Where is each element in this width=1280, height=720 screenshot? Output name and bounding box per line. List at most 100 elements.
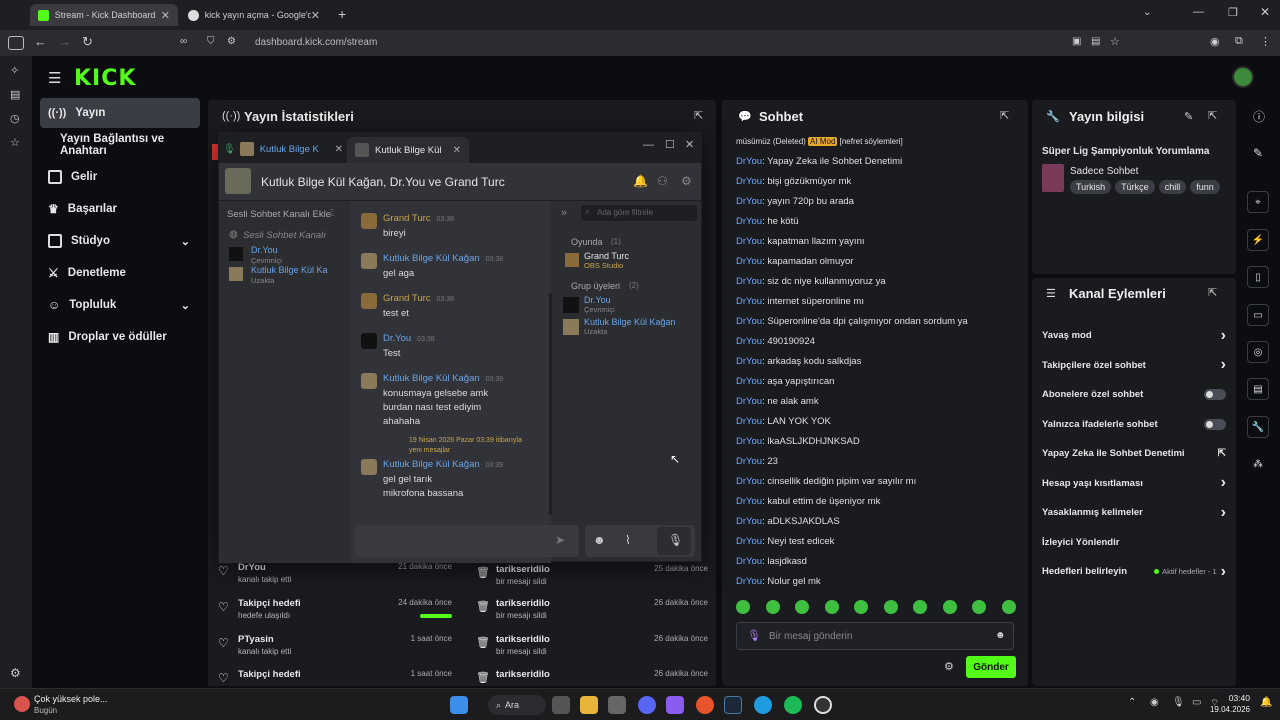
nav-item-yayin[interactable]: ((·)) Yayın <box>40 98 200 128</box>
chat-username[interactable]: DrYou <box>736 476 762 487</box>
tray-mic-icon[interactable]: 🎙 <box>1172 697 1185 708</box>
sidebar-toggle-icon[interactable] <box>8 36 24 50</box>
edit-icon[interactable]: ✎ <box>1253 146 1263 160</box>
chevron-down-icon[interactable]: ⌄ <box>181 299 190 312</box>
tool-nodes-icon[interactable]: ⁂ <box>1247 453 1269 475</box>
chat-username[interactable]: DrYou <box>736 176 762 187</box>
browser-tab-google[interactable]: kick yayın açma - Google'da Ara ✕ <box>180 4 328 26</box>
bell-icon[interactable]: 🔔 <box>633 174 648 188</box>
discord-message-input[interactable]: ➤ <box>355 525 579 557</box>
popout-icon[interactable]: ⇱ <box>1208 109 1217 122</box>
add-member-icon[interactable]: ⚇ <box>657 174 668 188</box>
popout-icon[interactable]: ⇱ <box>1000 109 1009 122</box>
collapse-icon[interactable]: » <box>561 207 567 219</box>
emote-icon[interactable] <box>795 600 810 614</box>
emote-icon[interactable] <box>883 600 898 614</box>
spotify-icon[interactable] <box>784 696 802 714</box>
voice-channel-name[interactable]: Sesli Sohbet Kanalı <box>243 230 326 241</box>
chat-username[interactable]: DrYou <box>736 336 762 347</box>
download-icon[interactable]: ▤ <box>1091 36 1100 47</box>
channel-action[interactable]: İzleyici Yönlendir <box>1042 537 1226 548</box>
tool-broadcast-icon[interactable]: ◎ <box>1247 341 1269 363</box>
windows-start-icon[interactable] <box>450 696 468 714</box>
nav-item-studyo[interactable]: Stüdyo ⌄ <box>40 226 200 256</box>
chat-username[interactable]: DrYou <box>736 296 762 307</box>
weather-alert-icon[interactable] <box>14 696 30 712</box>
forward-icon[interactable]: → <box>58 34 71 49</box>
emote-icon[interactable] <box>854 600 869 614</box>
nav-item-stream-key[interactable]: Yayın Bağlantısı ve Anahtarı <box>40 130 212 160</box>
taskbar-search[interactable]: ⌕ Ara <box>488 695 546 715</box>
tool-layout-icon[interactable]: ▤ <box>1247 378 1269 400</box>
chat-username[interactable]: DrYou <box>736 216 762 227</box>
avatar[interactable] <box>361 213 377 229</box>
chat-username[interactable]: DrYou <box>736 516 762 527</box>
member-name[interactable]: Kutluk Bilge Kül Kağan <box>584 317 676 327</box>
nav-item-basarilar[interactable]: ♛ Başarılar <box>40 194 200 224</box>
emote-icon[interactable] <box>765 600 780 614</box>
discord-author-name[interactable]: Dr.You <box>383 333 411 344</box>
tab-close-icon[interactable]: ✕ <box>453 145 461 156</box>
discord-author-name[interactable]: Kutluk Bilge Kül Kağan <box>383 459 480 470</box>
avatar[interactable] <box>361 293 377 309</box>
member-name[interactable]: Dr.You <box>584 295 611 305</box>
discord-author-name[interactable]: Grand Turc <box>383 293 431 304</box>
chat-settings-gear-icon[interactable]: ⚙ <box>944 660 954 673</box>
firefox-icon[interactable] <box>696 696 714 714</box>
chat-username[interactable]: DrYou <box>736 316 762 327</box>
channel-action[interactable]: Hedefleri belirleyin Aktif hedefler - 1 › <box>1042 563 1226 579</box>
discord-author[interactable]: Grand Turc 03:38 <box>383 213 454 224</box>
popout-icon[interactable]: ⇱ <box>1208 286 1217 299</box>
settings-icon[interactable]: ⚙ <box>681 174 692 188</box>
window-close-icon[interactable]: ✕ <box>1260 5 1270 19</box>
chat-username[interactable]: DrYou <box>736 396 762 407</box>
chat-username[interactable]: DrYou <box>736 436 762 447</box>
discord-author-name[interactable]: Kutluk Bilge Kül Kağan <box>383 373 480 384</box>
obs-icon[interactable] <box>814 696 832 714</box>
chat-username[interactable]: DrYou <box>736 156 762 167</box>
discord-tab-active[interactable]: Kutluk Bilge Kül ✕ <box>347 137 469 163</box>
history-icon[interactable]: ◷ <box>10 112 20 125</box>
discord-close-icon[interactable]: ✕ <box>685 138 694 151</box>
favorites-icon[interactable]: ☆ <box>10 136 20 149</box>
chat-username[interactable]: DrYou <box>736 256 762 267</box>
back-icon[interactable]: ← <box>34 34 47 49</box>
clock-date[interactable]: 19.04.2026 <box>1200 705 1250 714</box>
channel-action[interactable]: Abonelere özel sohbet <box>1042 389 1226 400</box>
chat-input-placeholder[interactable]: Bir mesaj gönderin <box>769 631 852 642</box>
info-icon[interactable]: ⓘ <box>1253 108 1265 125</box>
file-explorer-icon[interactable] <box>580 696 598 714</box>
popout-icon[interactable]: ⇱ <box>694 109 703 122</box>
voice-header[interactable]: Sesli Sohbet Kanalı Ekle <box>227 209 331 220</box>
discord-icon[interactable] <box>638 696 656 714</box>
discord-author[interactable]: Kutluk Bilge Kül Kağan 03:39 <box>383 373 503 384</box>
site-settings-icon[interactable]: ⚙ <box>227 36 236 47</box>
avatar[interactable] <box>361 333 377 349</box>
send-button[interactable]: Gönder <box>966 656 1016 678</box>
chat-username[interactable]: DrYou <box>736 356 762 367</box>
ai-icon[interactable]: ✧ <box>10 64 19 77</box>
minimize-icon[interactable]: — <box>1193 6 1204 18</box>
notes-icon[interactable]: ▤ <box>10 88 20 101</box>
discord-author[interactable]: Kutluk Bilge Kül Kağan 03:39 <box>383 459 503 470</box>
channel-action[interactable]: Yasaklanmış kelimeler › <box>1042 504 1226 520</box>
steam-icon[interactable] <box>724 696 742 714</box>
weather-title[interactable]: Çok yüksek pole... <box>34 694 108 704</box>
tab-close-icon[interactable]: ✕ <box>161 9 170 22</box>
discord-author[interactable]: Dr.You 03:38 <box>383 333 435 344</box>
emoji-icon[interactable]: ☻ <box>995 630 1006 641</box>
screenshot-icon[interactable]: ▣ <box>1072 36 1081 47</box>
discord-author[interactable]: Grand Turc 03:38 <box>383 293 454 304</box>
security-icon[interactable]: ⛉ <box>207 36 215 47</box>
discord-author[interactable]: Kutluk Bilge Kül Kağan 03:38 <box>383 253 503 264</box>
discord-tab[interactable]: 🎙 Kutluk Bilge K ✕ <box>223 137 343 161</box>
channel-action[interactable]: Hesap yaşı kısıtlaması › <box>1042 475 1226 491</box>
discord-author-name[interactable]: Kutluk Bilge Kül Kağan <box>383 253 480 264</box>
chat-username[interactable]: DrYou <box>736 576 762 587</box>
restore-icon[interactable]: ❐ <box>1228 6 1238 19</box>
tool-lightning-icon[interactable]: ⚡ <box>1247 229 1269 251</box>
edge-icon[interactable] <box>754 696 772 714</box>
settings-gear-icon[interactable]: ⚙ <box>10 666 21 680</box>
browser-tab-kick[interactable]: Stream - Kick Dashboard ✕ <box>30 4 178 26</box>
tool-chat-icon[interactable]: ▭ <box>1247 304 1269 326</box>
